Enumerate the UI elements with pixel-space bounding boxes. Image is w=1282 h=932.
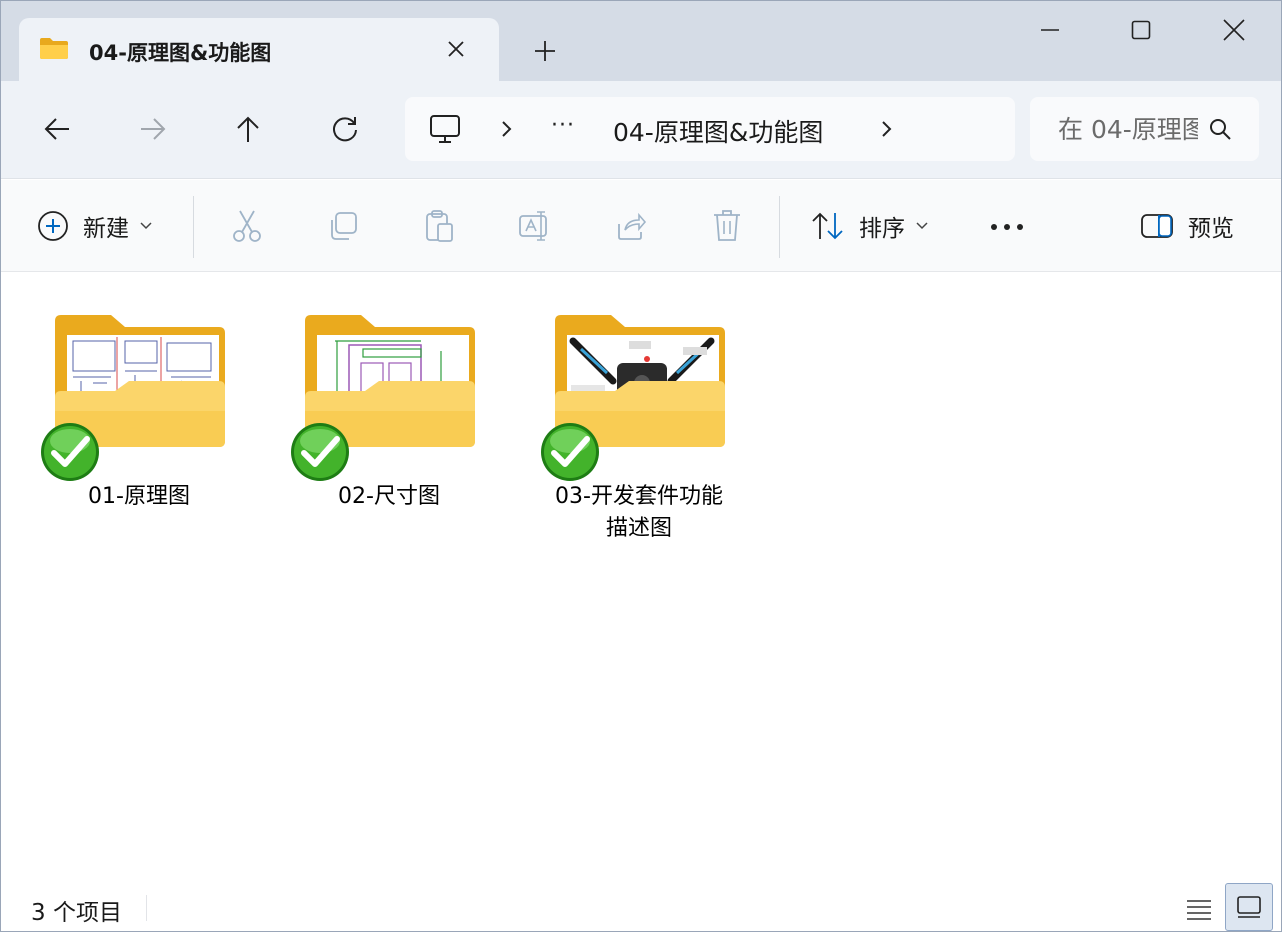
breadcrumb-overflow[interactable]: ··· bbox=[551, 113, 575, 138]
search-icon bbox=[1210, 119, 1231, 140]
address-bar[interactable]: ··· 04-原理图&功能图 bbox=[405, 97, 1015, 161]
tiles-view-icon bbox=[1237, 896, 1261, 918]
more-options-button[interactable] bbox=[987, 210, 1027, 244]
paste-icon bbox=[426, 210, 453, 242]
maximize-icon bbox=[1131, 20, 1151, 40]
sync-status-check-icon bbox=[41, 423, 99, 481]
navigation-bar: ··· 04-原理图&功能图 bbox=[1, 81, 1281, 179]
command-bar: 新建 排序 预览 bbox=[1, 180, 1281, 272]
paste-button[interactable] bbox=[421, 208, 457, 244]
file-list: 01-原理图 02-尺寸图 03-开发套件功能描述图 bbox=[1, 273, 1281, 883]
command-divider bbox=[779, 196, 780, 258]
new-button[interactable]: 新建 bbox=[37, 209, 153, 243]
cut-button[interactable] bbox=[229, 208, 265, 244]
command-divider bbox=[193, 196, 194, 258]
sort-icon bbox=[812, 212, 843, 240]
folder-item[interactable]: 03-开发套件功能描述图 bbox=[539, 311, 739, 551]
new-button-label: 新建 bbox=[83, 216, 129, 242]
details-view-button[interactable] bbox=[1181, 891, 1217, 927]
preview-pane-icon bbox=[1141, 214, 1173, 238]
tab-close-button[interactable] bbox=[441, 34, 471, 64]
forward-button[interactable] bbox=[131, 107, 175, 151]
large-icons-view-button[interactable] bbox=[1225, 883, 1273, 931]
status-divider bbox=[146, 895, 147, 921]
close-window-button[interactable] bbox=[1211, 9, 1257, 51]
new-tab-button[interactable] bbox=[529, 35, 561, 67]
file-explorer-window: 04-原理图&功能图 ··· 04-原理图&功能图 在 04-原理图&功能图 中… bbox=[0, 0, 1282, 932]
share-button[interactable] bbox=[613, 208, 649, 244]
chevron-down-icon bbox=[916, 222, 928, 230]
folder-icon bbox=[40, 38, 68, 59]
list-view-icon bbox=[1187, 900, 1211, 920]
close-icon bbox=[448, 41, 464, 57]
title-tab-bar: 04-原理图&功能图 bbox=[1, 1, 1281, 81]
preview-pane-button[interactable]: 预览 bbox=[1140, 209, 1234, 243]
refresh-button[interactable] bbox=[323, 107, 367, 151]
chevron-right-icon[interactable] bbox=[877, 117, 897, 141]
computer-icon[interactable] bbox=[429, 113, 461, 145]
delete-button[interactable] bbox=[709, 208, 745, 244]
add-circle-icon bbox=[38, 211, 68, 241]
close-icon bbox=[1223, 19, 1245, 41]
rename-icon bbox=[519, 211, 547, 241]
arrow-left-icon bbox=[44, 118, 69, 140]
refresh-icon bbox=[333, 117, 357, 142]
minimize-icon bbox=[1041, 29, 1059, 31]
copy-icon bbox=[331, 212, 357, 240]
breadcrumb-current-folder[interactable]: 04-原理图&功能图 bbox=[613, 113, 823, 149]
preview-button-label: 预览 bbox=[1188, 216, 1234, 242]
chevron-right-icon[interactable] bbox=[497, 117, 517, 141]
arrow-up-icon bbox=[237, 116, 259, 142]
rename-button[interactable] bbox=[517, 208, 553, 244]
sync-status-check-icon bbox=[541, 423, 599, 481]
minimize-button[interactable] bbox=[1027, 9, 1073, 51]
delete-icon bbox=[714, 210, 740, 241]
cut-icon bbox=[233, 210, 261, 242]
up-button[interactable] bbox=[226, 107, 270, 151]
item-count: 3 个项目 bbox=[31, 900, 122, 926]
copy-button[interactable] bbox=[325, 208, 361, 244]
folder-item[interactable]: 02-尺寸图 bbox=[289, 311, 489, 551]
arrow-right-icon bbox=[141, 118, 166, 140]
sort-button[interactable]: 排序 bbox=[811, 209, 929, 243]
folder-name: 01-原理图 bbox=[88, 484, 190, 509]
tab-title: 04-原理图&功能图 bbox=[89, 41, 272, 65]
search-box[interactable] bbox=[1030, 97, 1259, 161]
folder-name: 03-开发套件功能描述图 bbox=[555, 484, 723, 541]
status-bar: 3 个项目 bbox=[1, 883, 1281, 931]
folder-item[interactable]: 01-原理图 bbox=[39, 311, 239, 551]
maximize-button[interactable] bbox=[1118, 9, 1164, 51]
share-icon bbox=[618, 212, 647, 240]
more-icon bbox=[991, 224, 1023, 230]
tab-current-folder[interactable]: 04-原理图&功能图 bbox=[19, 18, 499, 81]
chevron-down-icon bbox=[140, 222, 152, 230]
sort-button-label: 排序 bbox=[859, 216, 905, 242]
plus-icon bbox=[535, 41, 555, 61]
sync-status-check-icon bbox=[291, 423, 349, 481]
search-input[interactable] bbox=[1058, 111, 1198, 147]
back-button[interactable] bbox=[35, 107, 79, 151]
folder-name: 02-尺寸图 bbox=[338, 484, 440, 509]
